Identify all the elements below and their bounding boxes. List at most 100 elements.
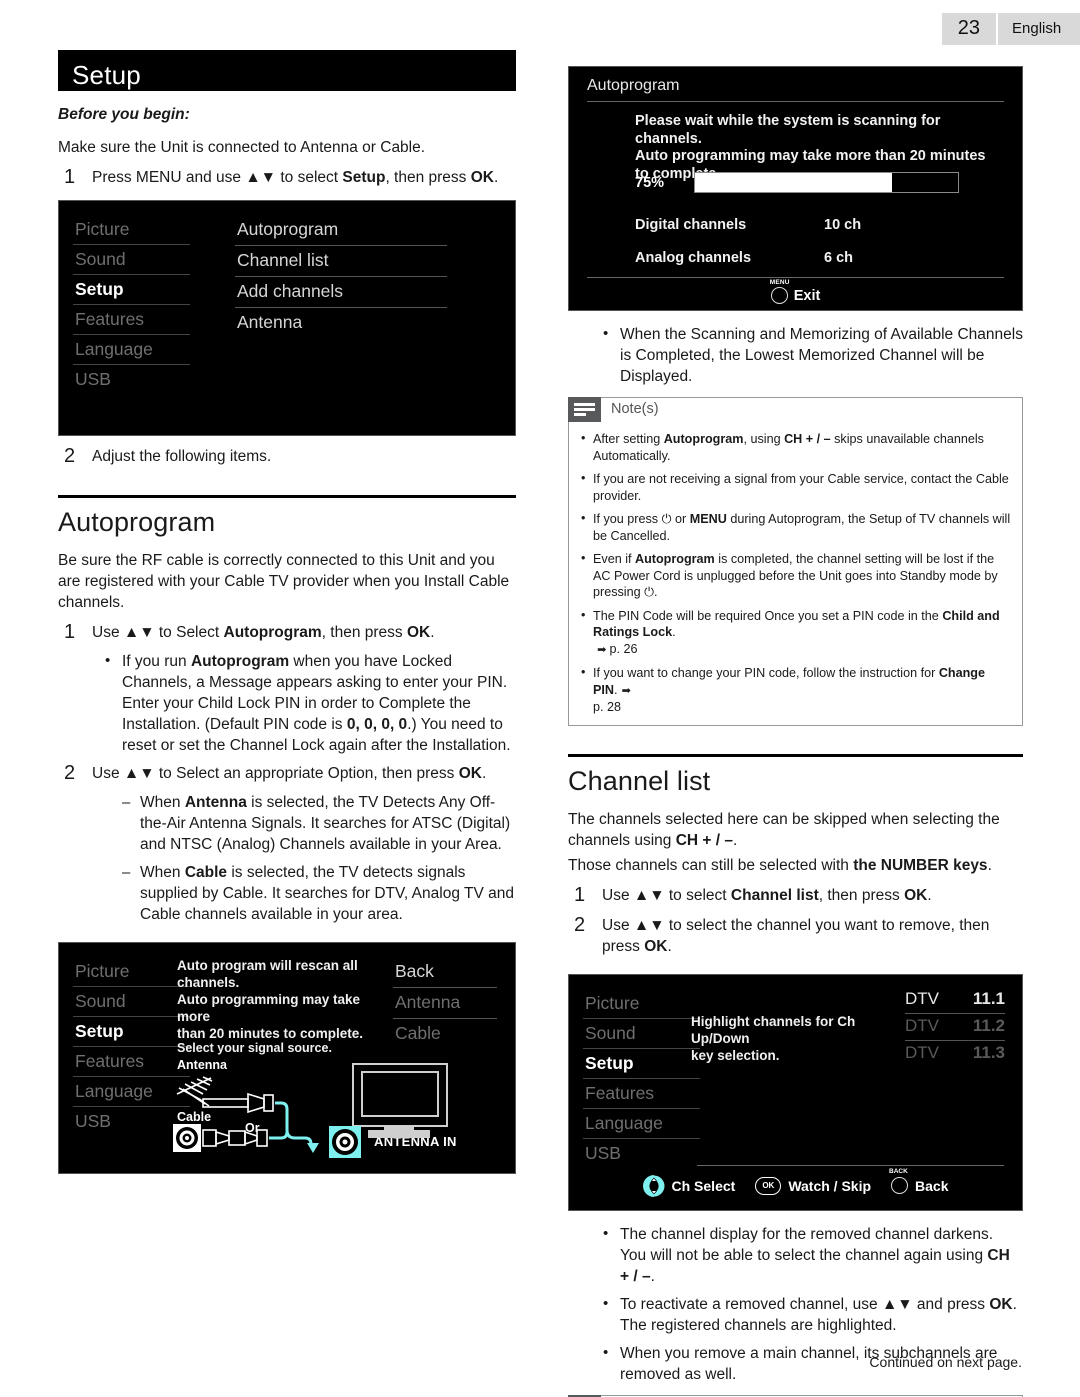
progress-bar-fill xyxy=(695,173,893,192)
submenu-item-add-channels[interactable]: Add channels xyxy=(235,277,447,308)
legend-ch-select[interactable]: Ch Select xyxy=(642,1174,735,1197)
page-header: 23 English xyxy=(941,13,1080,45)
menu-item-setup[interactable]: Setup xyxy=(583,1049,700,1079)
legend-back[interactable]: BACK Back xyxy=(889,1168,949,1194)
updown-arrows-icon: ▲▼ xyxy=(245,169,277,186)
n-a: Even if xyxy=(593,552,635,566)
tv-screen-signal-source: Picture Sound Setup Features Language US… xyxy=(58,942,516,1174)
menu-item-sound[interactable]: Sound xyxy=(73,987,190,1017)
msg-line-1: Please wait while the system is scanning… xyxy=(635,113,941,129)
note-item: The PIN Code will be required Once you s… xyxy=(579,607,1012,659)
channel-row[interactable]: DTV 11.3 xyxy=(905,1041,1005,1067)
channel-row[interactable]: DTV 11.2 xyxy=(905,1014,1005,1041)
submenu-item-autoprogram[interactable]: Autoprogram xyxy=(235,215,447,246)
option-antenna[interactable]: Antenna xyxy=(393,988,497,1019)
page-language: English xyxy=(998,13,1080,45)
section-rule xyxy=(58,495,516,498)
menu-item-sound[interactable]: Sound xyxy=(583,1019,700,1049)
channel-list-intro2: Those channels can still be selected wit… xyxy=(568,855,1023,876)
tv1-menu-column: Picture Sound Setup Features Language US… xyxy=(73,215,190,394)
t-bold: Autoprogram xyxy=(223,624,322,641)
back-button-icon: BACK xyxy=(889,1168,909,1194)
note-item: After setting Autoprogram, using CH + / … xyxy=(579,430,1012,464)
t-bold: the NUMBER keys xyxy=(853,856,988,874)
legend-watch-skip[interactable]: OK Watch / Skip xyxy=(755,1176,872,1195)
cable-jack-icon xyxy=(173,1124,268,1152)
exit-action[interactable]: MENU Exit xyxy=(569,279,1022,304)
option-cable[interactable]: Cable xyxy=(393,1019,497,1049)
left-column: Setup Before you begin: Make sure the Un… xyxy=(58,50,516,1174)
menu-item-picture[interactable]: Picture xyxy=(73,215,190,245)
before-you-begin-label: Before you begin: xyxy=(58,106,190,123)
cyan-connector-paths xyxy=(269,1101,313,1146)
back-button-cap: BACK xyxy=(889,1168,908,1175)
menu-button-icon[interactable]: MENU xyxy=(770,279,789,304)
step-number: 2 xyxy=(64,762,76,784)
hint-line-2: key selection. xyxy=(691,1047,780,1063)
menu-item-features[interactable]: Features xyxy=(73,305,190,335)
menu-item-language[interactable]: Language xyxy=(73,335,190,365)
submenu-item-antenna[interactable]: Antenna xyxy=(235,308,447,338)
right-column: Autoprogram Please wait while the system… xyxy=(568,50,1023,1397)
updown-arrows-icon: ▲▼ xyxy=(633,886,665,904)
t-a: The channels selected here can be skippe… xyxy=(568,810,1000,849)
t-a: The channel display for the removed chan… xyxy=(620,1225,994,1264)
menu-item-language[interactable]: Language xyxy=(583,1109,700,1139)
progress-bar xyxy=(694,172,959,193)
step-number: 2 xyxy=(64,445,76,467)
menu-item-features[interactable]: Features xyxy=(583,1079,700,1109)
legend-label: Watch / Skip xyxy=(788,1177,872,1194)
channel-row[interactable]: DTV 11.1 xyxy=(905,987,1005,1014)
t-d: . xyxy=(481,765,487,782)
hint-line-1: Highlight channels for Ch Up/Down xyxy=(691,1013,856,1046)
menu-item-setup[interactable]: Setup xyxy=(73,275,190,305)
menu-item-picture[interactable]: Picture xyxy=(73,957,190,987)
t-bold2: OK xyxy=(458,765,482,782)
signal-source-diagram: Antenna Cable Or ANTENNA IN xyxy=(169,1058,509,1163)
heading-channel-list: Channel list xyxy=(568,765,711,796)
menu-item-usb[interactable]: USB xyxy=(73,365,190,394)
autoprogram-step-2: 2 Use ▲▼ to Select an appropriate Option… xyxy=(58,763,516,784)
menu-item-setup[interactable]: Setup xyxy=(73,1017,190,1047)
t-a: To reactivate a removed channel, use xyxy=(620,1295,882,1313)
channel-list-step-2: 2 Use ▲▼ to select the channel you want … xyxy=(568,914,1023,957)
notes-body: After setting Autoprogram, using CH + / … xyxy=(568,422,1023,726)
step-text: Use ▲▼ to Select Autoprogram, then press… xyxy=(92,622,516,643)
n-a: If you press ⏻ or xyxy=(593,512,690,526)
n-ref: p. 26 xyxy=(609,641,638,656)
channel-list-hint: Highlight channels for Ch Up/Down key se… xyxy=(691,1013,891,1064)
dpad-icon xyxy=(642,1174,664,1197)
notes-label: Note(s) xyxy=(601,397,1023,422)
n-b: . xyxy=(672,625,676,639)
menu-button-cap: MENU xyxy=(769,279,790,286)
option-back[interactable]: Back xyxy=(393,957,497,988)
page-ref-arrow-icon: ➡ xyxy=(593,643,610,656)
channel-number: 11.3 xyxy=(972,1042,1005,1062)
channel-number: 11.2 xyxy=(972,1015,1005,1035)
legend-label: Back xyxy=(915,1177,949,1194)
tv-screen-autoprogram-progress: Autoprogram Please wait while the system… xyxy=(568,66,1023,311)
t-a: Use xyxy=(602,886,634,904)
t-d: . xyxy=(927,886,932,904)
setup-step-1: 1 Press MENU and use ▲▼ to select Setup,… xyxy=(58,167,516,188)
heading-autoprogram: Autoprogram xyxy=(58,507,216,537)
antenna-in-jack-icon xyxy=(329,1126,361,1158)
menu-item-sound[interactable]: Sound xyxy=(73,245,190,275)
manual-page: 23 English Setup Before you begin: Make … xyxy=(0,0,1080,1397)
menu-item-usb[interactable]: USB xyxy=(583,1139,700,1168)
autoprogram-dialog-title: Autoprogram xyxy=(587,77,1004,102)
updown-arrows-icon: ▲▼ xyxy=(633,916,665,934)
setup-step-2: 2 Adjust the following items. xyxy=(58,446,516,467)
channel-type: DTV xyxy=(905,1015,939,1035)
t-bold: Channel list xyxy=(730,886,819,904)
tv-screen-channel-list: Picture Sound Setup Features Language US… xyxy=(568,973,1023,1211)
menu-item-picture[interactable]: Picture xyxy=(583,989,700,1019)
step-text: Adjust the following items. xyxy=(92,448,272,465)
submenu-item-channel-list[interactable]: Channel list xyxy=(235,246,447,277)
t-b: to select xyxy=(664,886,731,904)
step-text: Use ▲▼ to select the channel you want to… xyxy=(602,915,1023,957)
info-line-1: Auto program will rescan all channels. xyxy=(177,958,358,990)
t-bold2: OK xyxy=(406,624,431,641)
step-text-bold: Setup xyxy=(342,169,386,186)
t-b: . xyxy=(987,856,992,874)
